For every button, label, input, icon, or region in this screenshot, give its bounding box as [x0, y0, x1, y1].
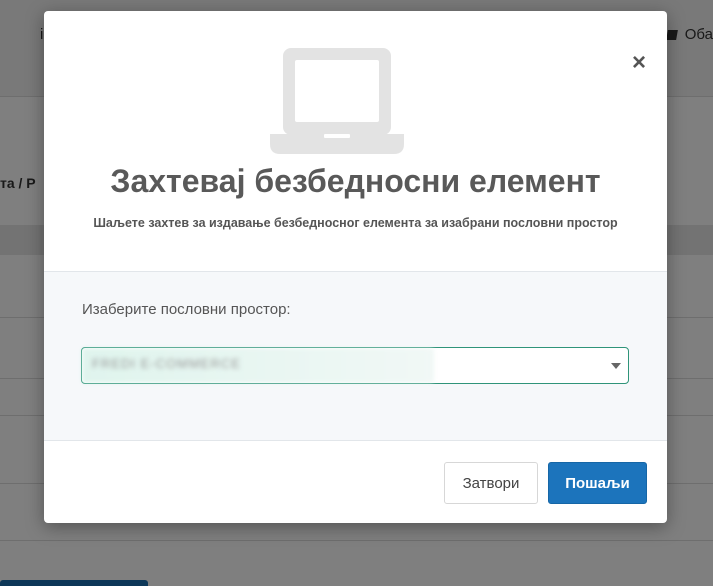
close-button[interactable]: Затвори [444, 462, 538, 504]
chevron-down-icon[interactable] [611, 363, 621, 369]
modal-title: Захтевај безбедносни елемент [110, 163, 601, 199]
modal-subtitle: Шаљете захтев за издавање безбедносног е… [93, 216, 618, 230]
business-premises-label: Изаберите пословни простор: [82, 301, 291, 318]
send-button[interactable]: Пошаљи [548, 462, 647, 504]
laptop-icon [270, 48, 404, 154]
request-security-element-modal: × Захтевај безбедносни елемент Шаљете за… [44, 11, 667, 523]
modal-body: Изаберите пословни простор: FREDI E-COMM… [44, 271, 667, 441]
business-premises-select[interactable]: FREDI E-COMMERCE [81, 347, 629, 384]
close-icon[interactable]: × [629, 51, 649, 75]
select-value: FREDI E-COMMERCE [92, 356, 241, 371]
